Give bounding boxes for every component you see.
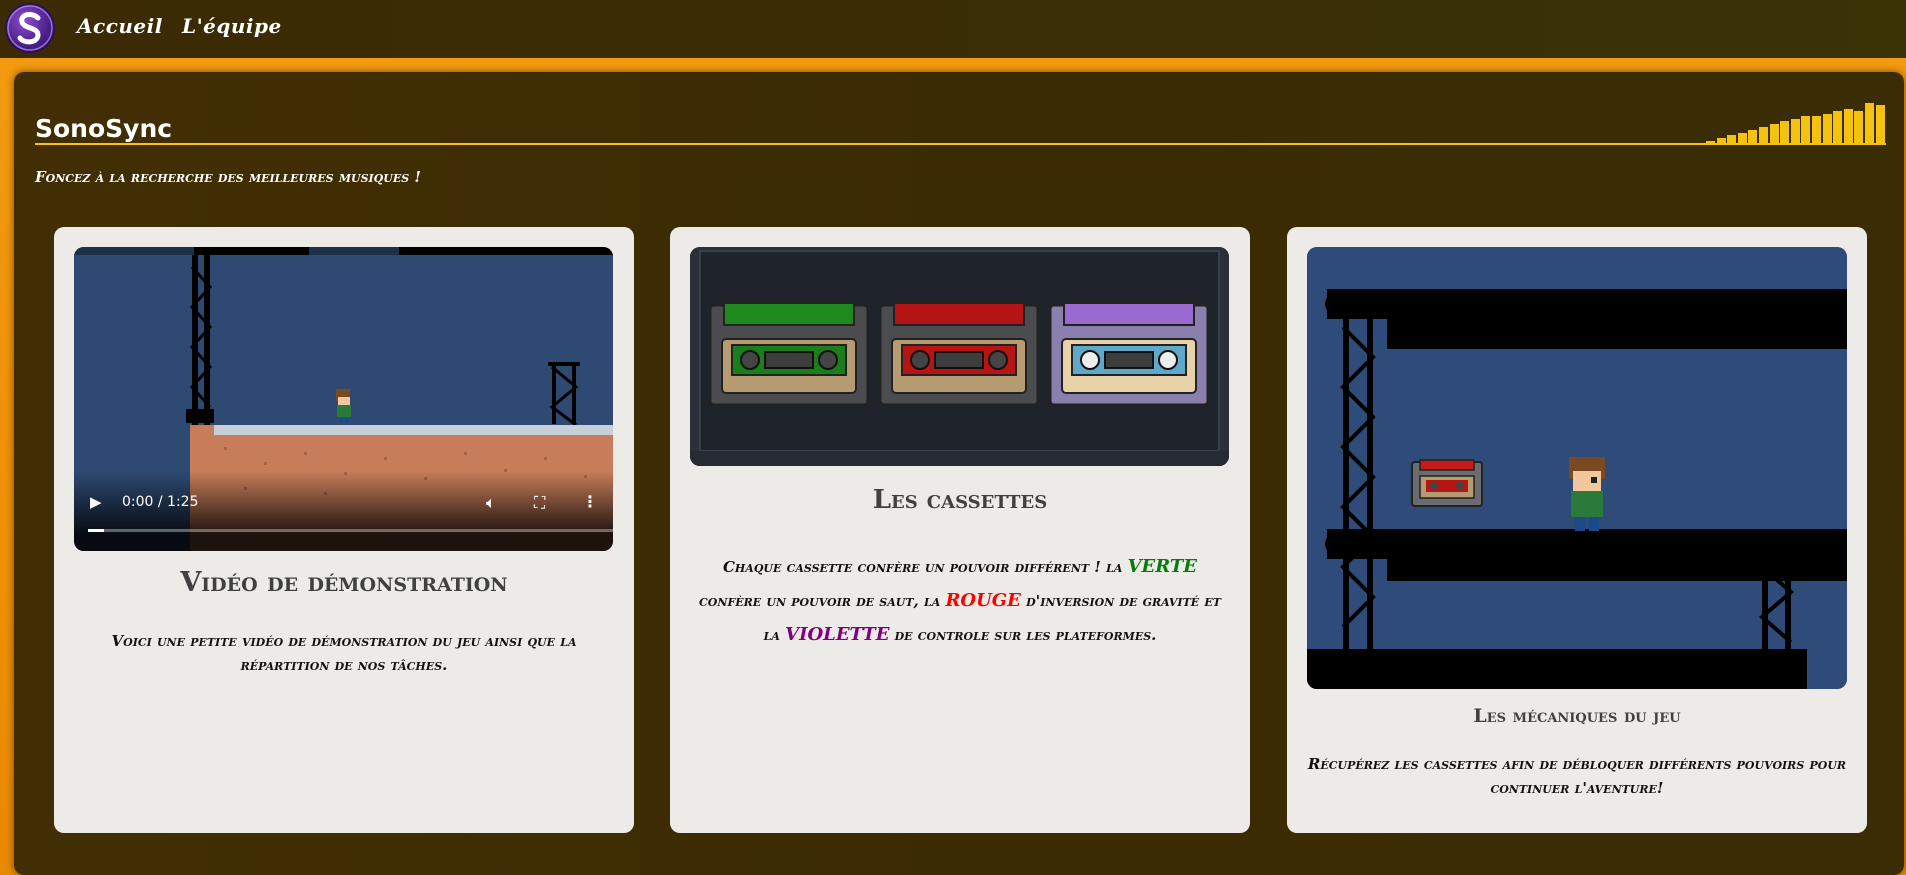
page-subtitle: Foncez à la recherche des meilleures mus… bbox=[35, 168, 421, 186]
cassettes-image bbox=[690, 247, 1229, 466]
nav-link-equipe[interactable]: L'équipe bbox=[182, 14, 282, 38]
equalizer-bar bbox=[1706, 141, 1715, 145]
equalizer-bar bbox=[1727, 135, 1737, 145]
equalizer-bar bbox=[1833, 111, 1843, 145]
word-verte: VERTE bbox=[1127, 556, 1198, 577]
logo-icon[interactable] bbox=[5, 3, 55, 53]
video-time: 0:00 / 1:25 bbox=[122, 494, 199, 510]
demo-video[interactable]: ▶ 0:00 / 1:25 🔈︎ ⛶ ⋮ bbox=[74, 247, 613, 551]
video-controls bbox=[74, 471, 613, 551]
volume-icon[interactable]: 🔈︎ bbox=[486, 493, 496, 513]
equalizer-bar bbox=[1790, 119, 1800, 145]
more-options-icon[interactable]: ⋮ bbox=[582, 492, 598, 511]
equalizer-bar bbox=[1812, 116, 1821, 145]
word-violette: VIOLETTE bbox=[785, 624, 890, 645]
equalizer-bar bbox=[1801, 116, 1811, 145]
mechanics-illustration bbox=[1307, 247, 1847, 689]
equalizer-bar bbox=[1759, 127, 1768, 145]
card-cassettes: Les cassettes Chaque cassette confère un… bbox=[670, 227, 1250, 833]
equalizer-bar bbox=[1843, 109, 1853, 145]
equalizer-bar bbox=[1716, 138, 1726, 145]
card-video: ▶ 0:00 / 1:25 🔈︎ ⛶ ⋮ Vidéo de démonstrat… bbox=[54, 227, 634, 833]
text-part: Chaque cassette confère un pouvoir diffé… bbox=[722, 558, 1128, 576]
video-progress-bar[interactable] bbox=[88, 529, 613, 532]
video-progress-fill bbox=[88, 529, 104, 532]
nav-link-accueil[interactable]: Accueil bbox=[77, 14, 163, 38]
text-part: de controle sur les plateformes. bbox=[889, 626, 1157, 644]
page-title: SonoSync bbox=[35, 114, 173, 143]
equalizer-bar bbox=[1769, 124, 1779, 145]
equalizer-bar bbox=[1780, 121, 1790, 145]
equalizer-bar bbox=[1822, 114, 1832, 145]
title-underline bbox=[35, 143, 1886, 145]
card-description: Chaque cassette confère un pouvoir diffé… bbox=[695, 550, 1225, 652]
card-description: Récupérez les cassettes afin de débloque… bbox=[1307, 755, 1847, 797]
card-title: Les cassettes bbox=[872, 485, 1048, 515]
equalizer-bar bbox=[1748, 130, 1758, 145]
text-part: confère un pouvoir de saut, la bbox=[699, 592, 946, 610]
card-description: Voici une petite vidéo de démonstration … bbox=[111, 632, 577, 674]
equalizer-icon bbox=[1706, 103, 1886, 145]
top-nav: Accueil L'équipe bbox=[0, 0, 1906, 58]
equalizer-bar bbox=[1854, 111, 1864, 145]
fullscreen-icon[interactable]: ⛶ bbox=[534, 493, 545, 513]
play-icon[interactable]: ▶ bbox=[90, 493, 102, 511]
card-title: Vidéo de démonstration bbox=[180, 567, 508, 598]
card-title: Les mécaniques du jeu bbox=[1473, 705, 1681, 727]
mechanics-image bbox=[1307, 247, 1847, 689]
equalizer-bar bbox=[1737, 133, 1747, 145]
equalizer-bar bbox=[1875, 105, 1885, 145]
card-mechanics: Les mécaniques du jeu Récupérez les cass… bbox=[1287, 227, 1867, 833]
word-rouge: ROUGE bbox=[945, 590, 1021, 611]
equalizer-bar bbox=[1865, 103, 1874, 145]
cassettes-illustration bbox=[690, 247, 1229, 466]
